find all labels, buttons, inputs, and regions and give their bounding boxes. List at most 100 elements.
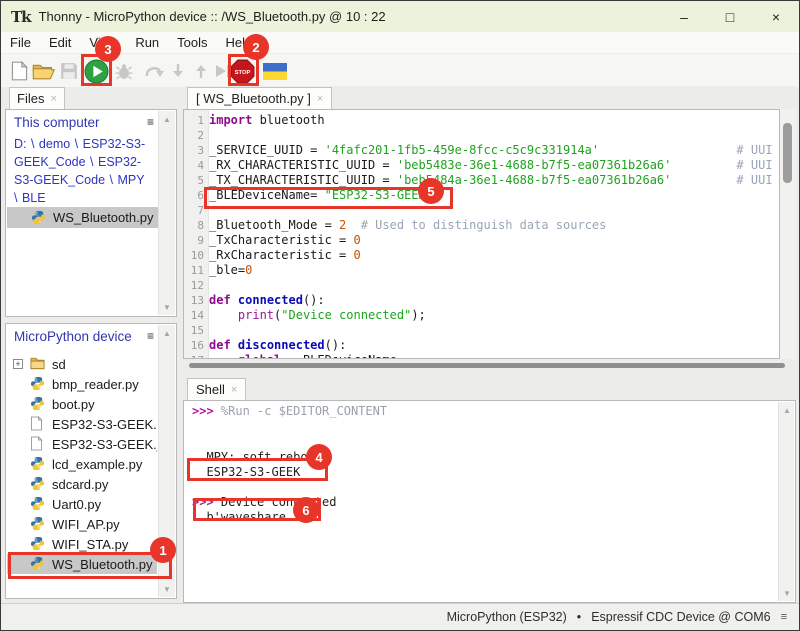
shell-tab-bar: Shell × <box>183 377 797 400</box>
files-scrollbar[interactable]: ▲ ▼ <box>158 111 175 315</box>
file-item-bmp_reader.py[interactable]: bmp_reader.py <box>7 374 157 394</box>
file-label: WS_Bluetooth.py <box>53 210 153 225</box>
file-item-boot.py[interactable]: boot.py <box>7 394 157 414</box>
editor-code-lines: 1import bluetooth23_SERVICE_UUID = '4faf… <box>184 113 779 359</box>
code-line-17: 17 global _BLEDeviceName <box>184 353 779 359</box>
files-panel-tab[interactable]: Files × <box>9 87 65 109</box>
annotation-badge-5: 5 <box>418 178 444 204</box>
scroll-down-icon[interactable]: ▼ <box>159 299 175 315</box>
line-number: 9 <box>184 233 209 248</box>
code-line-8: 8_Bluetooth_Mode = 2 # Used to distingui… <box>184 218 779 233</box>
new-file-button[interactable] <box>6 58 32 84</box>
line-number: 2 <box>184 128 209 143</box>
expander-plus-icon[interactable]: + <box>13 359 23 369</box>
current-path[interactable]: D: \ demo \ ESP32-S3-GEEK_Code \ ESP32-S… <box>14 135 152 207</box>
minimize-button[interactable]: – <box>661 1 707 32</box>
code-line-15: 15 <box>184 323 779 338</box>
code-text: _SERVICE_UUID = '4fafc201-1fb5-459e-8fcc… <box>209 143 773 158</box>
line-number: 8 <box>184 218 209 233</box>
maximize-button[interactable]: □ <box>707 1 753 32</box>
code-text: def disconnected(): <box>209 338 346 353</box>
file-item-wifi_ap.py[interactable]: WIFI_AP.py <box>7 514 157 534</box>
editor-horizontal-scrollbar[interactable] <box>183 360 796 372</box>
thonny-logo-icon: Tk <box>11 8 31 26</box>
menu-edit[interactable]: Edit <box>40 33 80 52</box>
scroll-down-icon[interactable]: ▼ <box>159 581 175 597</box>
code-text: _ble=0 <box>209 263 252 278</box>
python-icon <box>30 476 46 492</box>
file-label: boot.py <box>52 397 95 412</box>
code-line-1: 1import bluetooth <box>184 113 779 128</box>
python-icon <box>30 516 46 532</box>
line-number: 13 <box>184 293 209 308</box>
window-title: Thonny - MicroPython device :: /WS_Bluet… <box>39 9 386 24</box>
file-label: WIFI_AP.py <box>52 517 120 532</box>
code-line-11: 11_ble=0 <box>184 263 779 278</box>
save-file-button <box>56 58 82 84</box>
micropython-device-menu-icon[interactable]: ≡ <box>147 329 154 343</box>
scroll-up-icon[interactable]: ▲ <box>159 325 175 341</box>
python-icon <box>30 456 46 472</box>
file-label: WIFI_STA.py <box>52 537 128 552</box>
open-file-button[interactable] <box>30 58 56 84</box>
annotation-badge-2: 2 <box>243 34 269 60</box>
file-item-lcd_example.py[interactable]: lcd_example.py <box>7 454 157 474</box>
code-text: _Bluetooth_Mode = 2 # Used to distinguis… <box>209 218 606 233</box>
debug-icon <box>115 63 133 80</box>
files-tab-close-icon[interactable]: × <box>50 93 56 105</box>
code-line-3: 3_SERVICE_UUID = '4fafc201-1fb5-459e-8fc… <box>184 143 779 158</box>
code-line-16: 16def disconnected(): <box>184 338 779 353</box>
shell-line-0: >>> %Run -c $EDITOR_CONTENT <box>192 404 387 419</box>
close-button[interactable]: × <box>753 1 799 32</box>
interpreter-status[interactable]: MicroPython (ESP32) <box>447 610 567 624</box>
scroll-up-icon[interactable]: ▲ <box>159 111 175 127</box>
file-item-esp32-s3-geek.jpg[interactable]: ESP32-S3-GEEK.jpg <box>7 434 157 454</box>
scroll-up-icon[interactable]: ▲ <box>779 402 795 418</box>
shell-tab[interactable]: Shell × <box>187 378 246 400</box>
file-item-sd[interactable]: +sd <box>7 354 157 374</box>
menu-run[interactable]: Run <box>126 33 168 52</box>
port-status[interactable]: Espressif CDC Device @ COM6 <box>591 610 770 624</box>
step-over-button <box>141 58 167 84</box>
code-text: def connected(): <box>209 293 325 308</box>
file-item-esp32-s3-geek.bm[interactable]: ESP32-S3-GEEK.bm <box>7 414 157 434</box>
file-label: bmp_reader.py <box>52 377 139 392</box>
file-item-sdcard.py[interactable]: sdcard.py <box>7 474 157 494</box>
resize-grip-icon[interactable]: ≡ <box>781 611 787 623</box>
menu-file[interactable]: File <box>1 33 40 52</box>
shell-tab-close-icon[interactable]: × <box>231 384 237 396</box>
editor-vertical-scrollbar[interactable] <box>780 109 796 359</box>
annotation-rect-ws-bluetooth-file <box>8 552 172 579</box>
line-number: 16 <box>184 338 209 353</box>
code-text: _RxCharacteristic = 0 <box>209 248 361 263</box>
scroll-down-icon[interactable]: ▼ <box>779 585 795 601</box>
file-label: Uart0.py <box>52 497 101 512</box>
file-item-ws_bluetooth.py[interactable]: WS_Bluetooth.py <box>7 207 159 228</box>
line-number: 15 <box>184 323 209 338</box>
line-number: 11 <box>184 263 209 278</box>
file-item-wifi_sta.py[interactable]: WIFI_STA.py <box>7 534 157 554</box>
thonny-window: Tk Thonny - MicroPython device :: /WS_Bl… <box>0 0 800 631</box>
shell-line-1 <box>192 419 387 434</box>
shell-scrollbar[interactable]: ▲ ▼ <box>778 402 794 601</box>
files-tab-label: Files <box>17 91 44 106</box>
code-editor[interactable]: 1import bluetooth23_SERVICE_UUID = '4faf… <box>183 109 780 359</box>
this-computer-pane: This computer ≡ D: \ demo \ ESP32-S3-GEE… <box>5 109 177 317</box>
new-file-icon <box>11 61 28 81</box>
scrollbar-thumb[interactable] <box>189 363 785 368</box>
editor-tab-close-icon[interactable]: × <box>317 93 323 105</box>
annotation-badge-1: 1 <box>150 537 176 563</box>
editor-tab-ws-bluetooth[interactable]: [ WS_Bluetooth.py ] × <box>187 87 332 109</box>
code-line-2: 2 <box>184 128 779 143</box>
open-file-icon <box>32 63 55 80</box>
code-text: import bluetooth <box>209 113 325 128</box>
this-computer-menu-icon[interactable]: ≡ <box>147 115 154 129</box>
status-separator: • <box>577 610 581 624</box>
code-line-13: 13def connected(): <box>184 293 779 308</box>
menu-tools[interactable]: Tools <box>168 33 216 52</box>
ukraine-flag-button[interactable] <box>262 58 288 84</box>
scrollbar-thumb[interactable] <box>783 123 792 183</box>
file-item-uart0.py[interactable]: Uart0.py <box>7 494 157 514</box>
code-text: global _BLEDeviceName <box>209 353 397 359</box>
code-text: _RX_CHARACTERISTIC_UUID = 'beb5483e-36e1… <box>209 158 773 173</box>
